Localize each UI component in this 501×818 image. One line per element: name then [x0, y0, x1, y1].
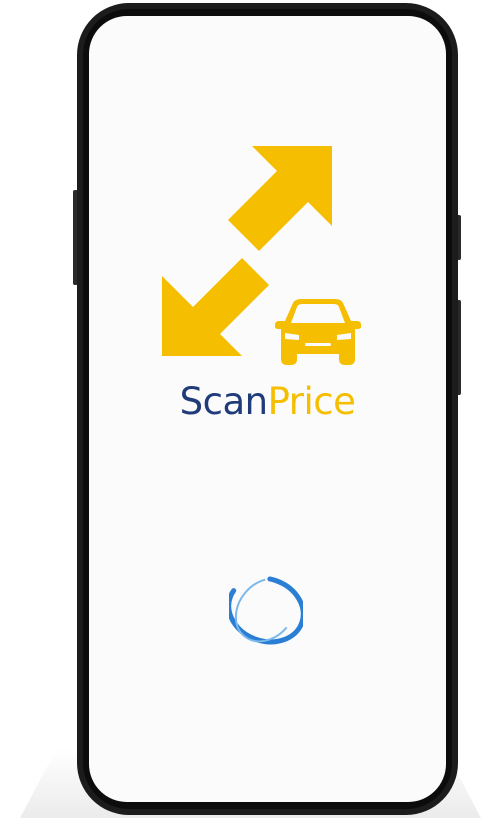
app-brand-name: ScanPrice: [89, 380, 446, 424]
loading-spinner-icon: [229, 575, 303, 645]
brand-name-scan: Scan: [179, 380, 268, 423]
car-icon: [275, 299, 361, 365]
splash-screen: ScanPrice: [89, 16, 446, 802]
brand-name-price: Price: [267, 380, 356, 423]
app-logo: [162, 146, 361, 365]
